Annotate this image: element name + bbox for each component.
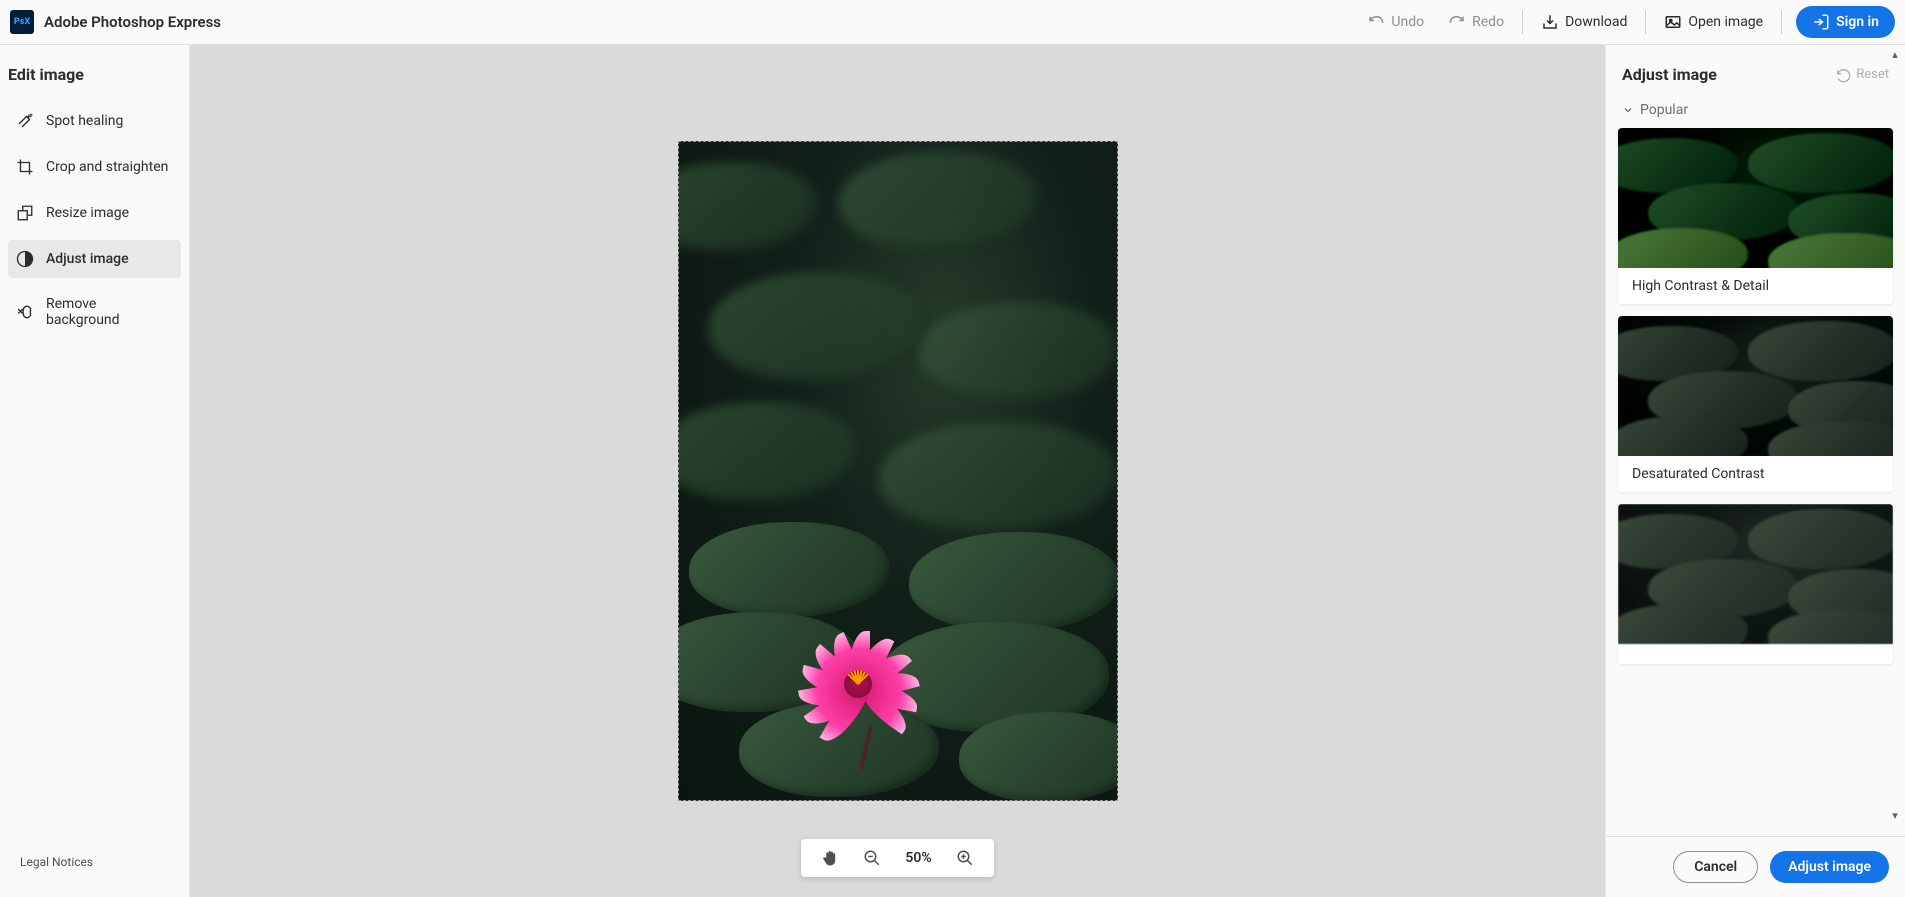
pan-hand-button[interactable] (821, 849, 839, 867)
preset-label: High Contrast & Detail (1618, 268, 1893, 304)
sidebar-item-label: Resize image (46, 205, 129, 221)
hand-icon (821, 849, 839, 867)
download-button[interactable]: Download (1529, 7, 1639, 37)
sign-in-label: Sign in (1836, 14, 1879, 30)
redo-icon (1448, 13, 1466, 31)
zoom-toolbar: 50% (801, 839, 993, 877)
adjust-image-button[interactable]: Adjust image (1770, 851, 1889, 883)
download-icon (1541, 13, 1559, 31)
sign-in-icon (1812, 13, 1830, 31)
divider (1781, 10, 1782, 34)
zoom-out-button[interactable] (863, 849, 881, 867)
undo-icon (1367, 13, 1385, 31)
divider (1645, 10, 1646, 34)
open-image-button[interactable]: Open image (1652, 7, 1775, 37)
preset-thumb (1618, 504, 1893, 644)
resize-icon (16, 204, 34, 222)
flower (769, 610, 949, 770)
zoom-in-button[interactable] (956, 849, 974, 867)
divider (1522, 10, 1523, 34)
preset-thumb (1618, 316, 1893, 456)
sidebar-item-crop[interactable]: Crop and straighten (8, 148, 181, 186)
reset-button[interactable]: Reset (1835, 67, 1889, 83)
reset-label: Reset (1856, 67, 1889, 82)
preset-list: High Contrast & Detail Desaturated Contr… (1606, 128, 1905, 836)
sidebar-item-adjust[interactable]: Adjust image (8, 240, 181, 278)
preset-high-contrast[interactable]: High Contrast & Detail (1618, 128, 1893, 304)
sidebar-item-label: Adjust image (46, 251, 129, 267)
scroll-up-icon[interactable]: ▴ (1888, 47, 1902, 61)
undo-label: Undo (1391, 14, 1424, 30)
canvas-image[interactable] (678, 141, 1118, 801)
reset-icon (1835, 67, 1851, 83)
chevron-down-icon (1622, 104, 1634, 116)
crop-icon (16, 158, 34, 176)
app-title: Adobe Photoshop Express (44, 13, 221, 31)
spot-healing-icon (16, 112, 34, 130)
app-logo: PsX (10, 10, 34, 34)
sidebar-item-spot-healing[interactable]: Spot healing (8, 102, 181, 140)
app-header: PsX Adobe Photoshop Express Undo Redo Do… (0, 0, 1905, 45)
undo-button[interactable]: Undo (1355, 7, 1436, 37)
scroll-down-icon[interactable]: ▾ (1888, 808, 1902, 822)
left-sidebar: Edit image Spot healing Crop and straigh… (0, 45, 190, 897)
preset-thumb (1618, 128, 1893, 268)
zoom-out-icon (863, 849, 881, 867)
sidebar-item-label: Spot healing (46, 113, 123, 129)
sidebar-item-resize[interactable]: Resize image (8, 194, 181, 232)
redo-label: Redo (1472, 14, 1504, 30)
right-panel: ▴ Adjust image Reset Popular (1605, 45, 1905, 897)
zoom-value: 50% (905, 850, 931, 866)
legal-notices-link[interactable]: Legal Notices (8, 847, 181, 877)
sidebar-item-label: Remove background (46, 296, 173, 328)
redo-button[interactable]: Redo (1436, 7, 1516, 37)
open-image-label: Open image (1688, 14, 1763, 30)
cancel-button[interactable]: Cancel (1673, 851, 1758, 883)
preset-desaturated[interactable]: Desaturated Contrast (1618, 316, 1893, 492)
right-panel-title: Adjust image (1622, 65, 1717, 84)
right-panel-footer: Cancel Adjust image (1606, 836, 1905, 897)
sidebar-title: Edit image (8, 65, 181, 102)
canvas-area[interactable]: 50% (190, 45, 1605, 897)
section-popular[interactable]: Popular (1606, 96, 1905, 128)
sidebar-item-label: Crop and straighten (46, 159, 168, 175)
section-label: Popular (1640, 102, 1688, 118)
preset-card[interactable] (1618, 504, 1893, 664)
zoom-in-icon (956, 849, 974, 867)
image-icon (1664, 13, 1682, 31)
preset-label (1618, 644, 1893, 664)
download-label: Download (1565, 14, 1627, 30)
sidebar-item-remove-bg[interactable]: Remove background (8, 286, 181, 338)
adjust-icon (16, 250, 34, 268)
remove-bg-icon (16, 303, 34, 321)
sign-in-button[interactable]: Sign in (1796, 6, 1895, 38)
preset-label: Desaturated Contrast (1618, 456, 1893, 492)
